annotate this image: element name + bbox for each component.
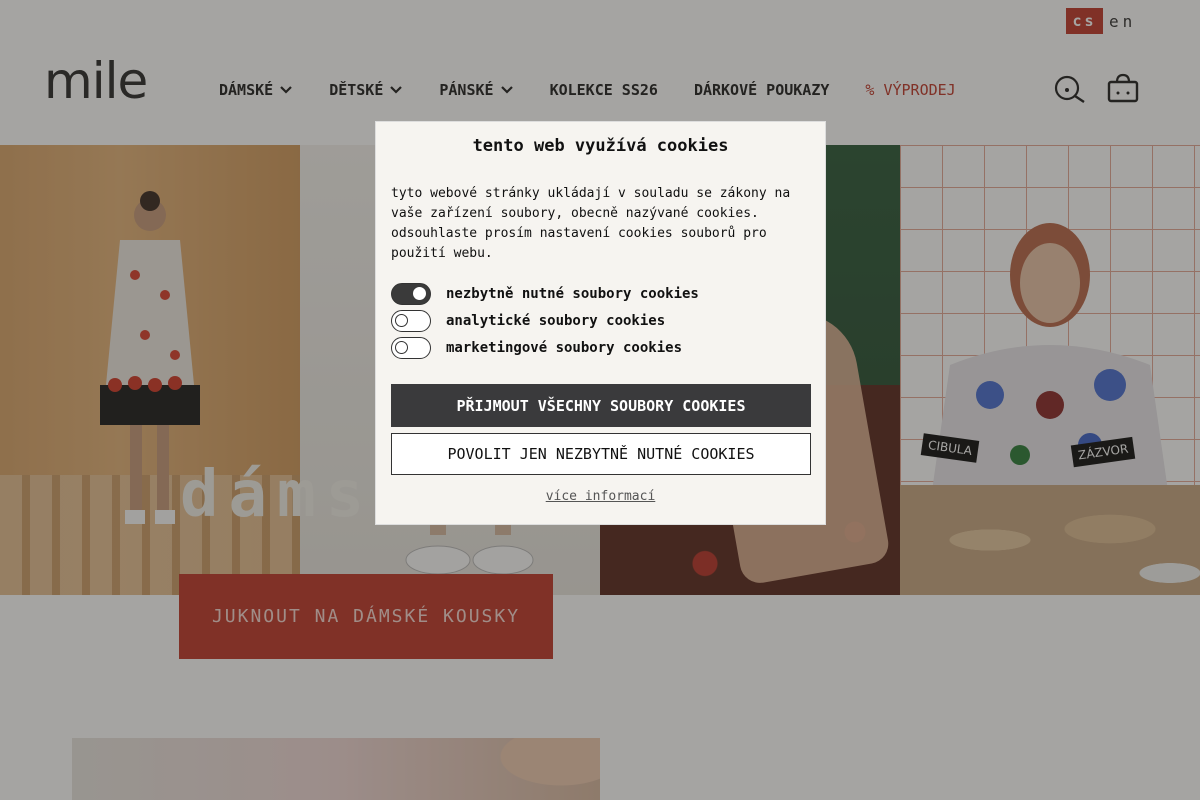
toggle-label: analytické soubory cookies	[446, 312, 666, 329]
cookie-option-necessary: nezbytně nutné soubory cookies	[391, 280, 810, 307]
toggle-label: nezbytně nutné soubory cookies	[446, 285, 699, 302]
accept-all-cookies-button[interactable]: PŘIJMOUT VŠECHNY SOUBORY COOKIES	[391, 384, 811, 427]
marketing-cookies-toggle[interactable]	[391, 336, 431, 359]
toggle-label: marketingové soubory cookies	[446, 339, 683, 356]
accept-necessary-cookies-button[interactable]: POVOLIT JEN NEZBYTNĚ NUTNÉ COOKIES	[391, 433, 811, 475]
cookie-consent-dialog: tento web využívá cookies tyto webové st…	[375, 121, 826, 525]
more-info-link[interactable]: více informací	[391, 489, 810, 504]
cookie-option-marketing: marketingové soubory cookies	[391, 334, 810, 361]
cookie-options: nezbytně nutné soubory cookies analytick…	[391, 280, 810, 361]
necessary-cookies-toggle[interactable]	[391, 282, 431, 305]
cookie-dialog-title: tento web využívá cookies	[472, 136, 729, 156]
analytics-cookies-toggle[interactable]	[391, 309, 431, 332]
cookie-option-analytics: analytické soubory cookies	[391, 307, 810, 334]
cookie-dialog-text: tyto webové stránky ukládají v souladu s…	[391, 186, 791, 261]
